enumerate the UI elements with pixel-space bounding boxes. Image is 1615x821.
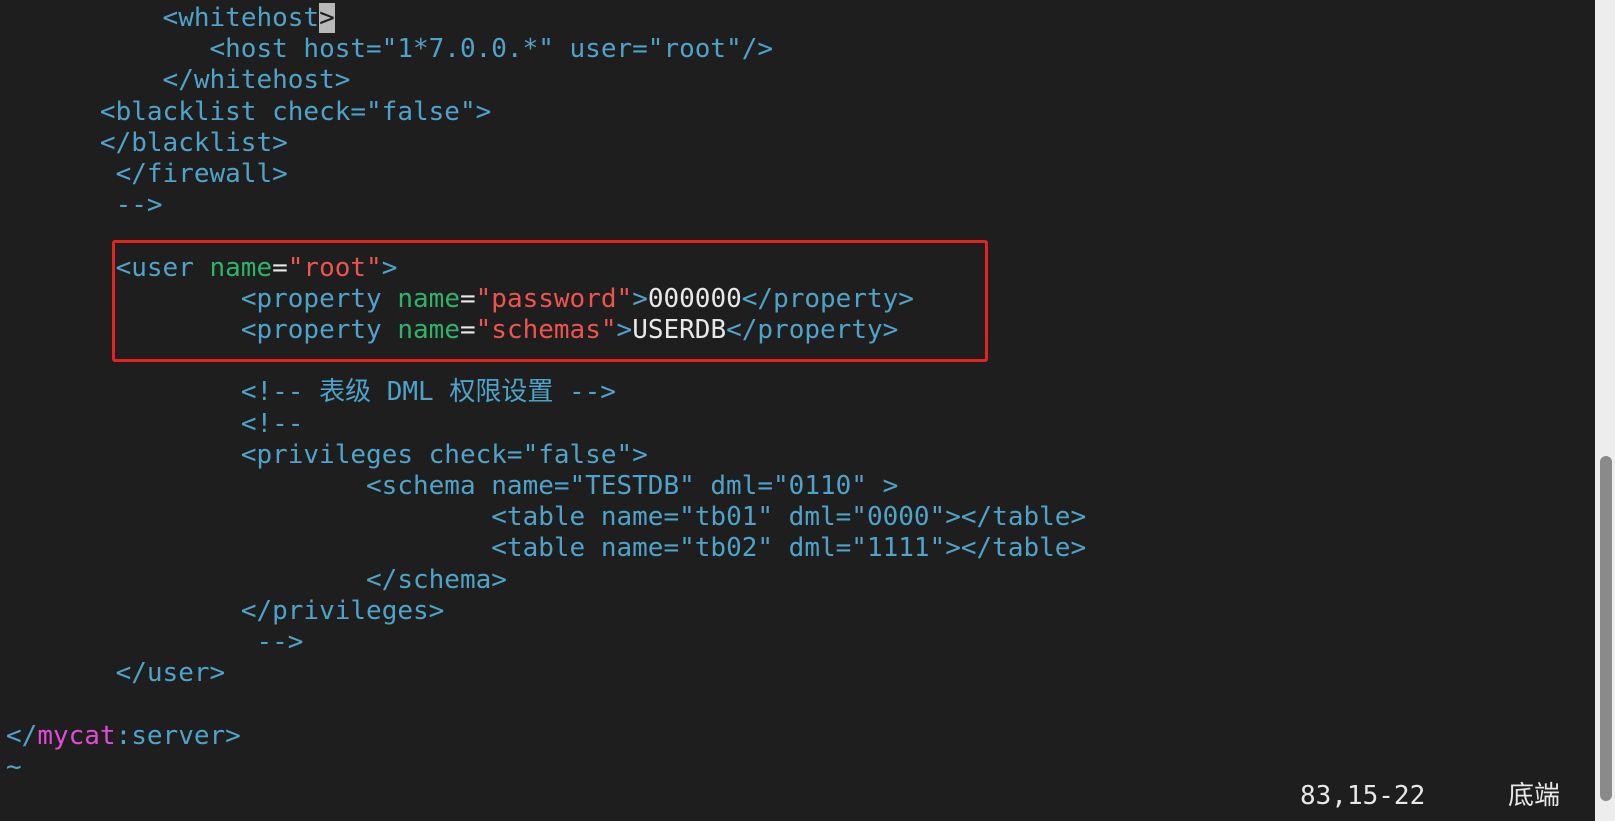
code-token: =: [272, 252, 288, 283]
vim-statusline: 83,15-22 底端: [0, 778, 1590, 814]
code-line[interactable]: <user name="root">: [6, 252, 398, 284]
code-token: -->: [115, 190, 163, 221]
code-token: >: [381, 252, 398, 283]
code-line[interactable]: </firewall>: [6, 159, 288, 190]
code-token: "root": [287, 252, 382, 283]
code-token: <user: [115, 252, 210, 283]
code-line[interactable]: </schema>: [6, 565, 507, 596]
code-token: </blacklist>: [99, 127, 288, 158]
code-token: <blacklist check="false">: [99, 96, 492, 127]
code-line[interactable]: </whitehost>: [6, 65, 351, 96]
scrollbar-thumb[interactable]: [1600, 456, 1612, 801]
code-line[interactable]: <table name="tb02" dml="1111"></table>: [6, 533, 1086, 564]
vim-terminal[interactable]: <whitehost> <host host="1*7.0.0.*" user=…: [0, 0, 1615, 821]
text-cursor: >: [319, 3, 335, 33]
code-token: <property: [240, 315, 398, 345]
code-token: <property: [240, 283, 398, 314]
code-token: name: [397, 315, 460, 345]
code-token: =: [459, 315, 476, 345]
code-token: <schema name="TESTDB" dml="0110" >: [366, 471, 899, 501]
code-token: <table name="tb02" dml="1111"></table>: [491, 533, 1087, 564]
code-line[interactable]: <whitehost>: [6, 3, 335, 34]
code-token: "password": [475, 283, 633, 314]
code-line[interactable]: <!-- 表级 DML 权限设置 -->: [6, 377, 616, 408]
code-token: </property>: [726, 315, 899, 345]
code-line[interactable]: </blacklist>: [6, 128, 288, 159]
code-token: server>: [131, 720, 241, 751]
code-token: <host host="1*7.0.0.*" user="root"/>: [209, 34, 774, 65]
code-token: <table name="tb01" dml="0000"></table>: [491, 502, 1087, 533]
code-token: >: [632, 283, 648, 314]
scrollbar-track[interactable]: [1595, 0, 1615, 821]
code-token: </firewall>: [115, 159, 288, 189]
code-line[interactable]: <blacklist check="false">: [6, 97, 491, 128]
code-line[interactable]: </user>: [6, 658, 226, 689]
code-token: </whitehost>: [162, 65, 351, 96]
code-token: <!-- 表级 DML 权限设置 -->: [240, 377, 616, 408]
code-token: :: [115, 720, 132, 751]
code-line[interactable]: <host host="1*7.0.0.*" user="root"/>: [6, 34, 774, 65]
code-token: <whitehost: [162, 3, 320, 33]
code-token: >: [616, 315, 633, 345]
code-token: </user>: [115, 658, 226, 689]
code-line[interactable]: <!--: [6, 408, 304, 440]
code-token: mycat: [37, 720, 116, 751]
code-token: <!--: [240, 408, 304, 439]
code-token: name: [397, 283, 460, 314]
code-line[interactable]: -->: [6, 190, 163, 221]
code-line[interactable]: <schema name="TESTDB" dml="0110" >: [6, 471, 898, 502]
code-line[interactable]: <privileges check="false">: [6, 440, 648, 471]
code-token: <privileges check="false">: [240, 439, 648, 470]
code-line[interactable]: <property name="password">000000</proper…: [6, 284, 914, 315]
code-token: =: [459, 283, 476, 314]
code-line[interactable]: </privileges>: [6, 595, 445, 627]
code-token: </: [6, 720, 38, 751]
code-token: -->: [256, 627, 304, 657]
code-line[interactable]: <table name="tb01" dml="0000"></table>: [6, 502, 1086, 533]
code-line[interactable]: <property name="schemas">USERDB</propert…: [6, 315, 898, 346]
scroll-position: 底端: [1508, 781, 1561, 811]
code-token: USERDB: [632, 315, 727, 345]
code-token: 000000: [647, 283, 742, 314]
code-token: "schemas": [475, 315, 617, 345]
code-token: </privileges>: [240, 595, 445, 626]
code-token: </property>: [741, 283, 914, 314]
code-line[interactable]: </mycat:server>: [6, 721, 241, 752]
cursor-position: 83,15-22: [1300, 781, 1426, 811]
code-token: </schema>: [366, 564, 507, 595]
code-token: name: [209, 252, 273, 283]
code-line[interactable]: -->: [6, 627, 303, 658]
